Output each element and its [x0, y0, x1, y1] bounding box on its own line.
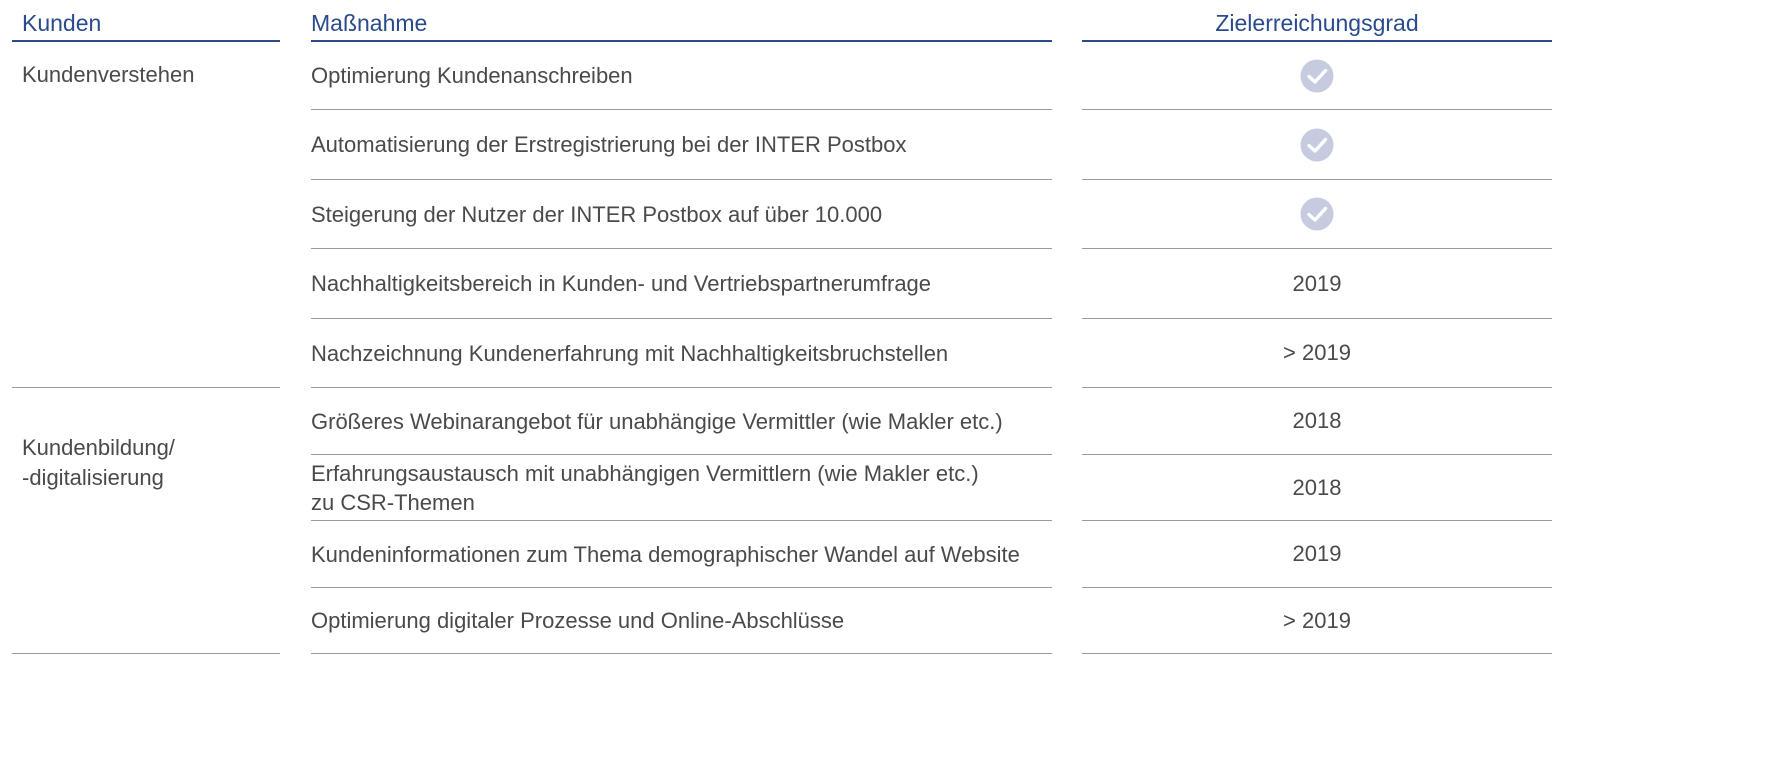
zielerreichungsgrad-cell: [1082, 180, 1552, 249]
category-label: Kundenbildung/ -digitalisierung: [22, 435, 175, 490]
zielerreichungsgrad-cell: 2018: [1082, 455, 1552, 521]
massnahme-text: Kundeninformationen zum Thema demographi…: [311, 541, 1020, 567]
header-massnahme: Maßnahme: [311, 8, 1052, 42]
zielerreichungsgrad-value: 2018: [1292, 474, 1342, 500]
zielerreichungsgrad-cell: 2019: [1082, 249, 1552, 319]
massnahme-text: Steigerung der Nutzer der INTER Postbox …: [311, 201, 883, 227]
table-row: Automatisierung der Erstregistrierung be…: [311, 110, 1552, 180]
massnahme-cell: Nachhaltigkeitsbereich in Kunden- und Ve…: [311, 249, 1052, 319]
zielerreichungsgrad-cell: > 2019: [1082, 319, 1552, 388]
zielerreichungsgrad-value: 2018: [1292, 408, 1342, 433]
massnahme-text: Nachhaltigkeitsbereich in Kunden- und Ve…: [311, 271, 932, 296]
zielerreichungsgrad-cell: 2019: [1082, 521, 1552, 588]
massnahme-cell: Automatisierung der Erstregistrierung be…: [311, 110, 1052, 180]
massnahme-text: Größeres Webinarangebot für unabhängige …: [311, 408, 1003, 434]
table-row: Erfahrungsaustausch mit unabhängigen Ver…: [311, 455, 1552, 521]
category-kundenverstehen: Kundenverstehen: [12, 60, 280, 90]
category-divider: [12, 387, 280, 388]
header-kunden: Kunden: [12, 8, 280, 42]
table-row: Steigerung der Nutzer der INTER Postbox …: [311, 180, 1552, 249]
massnahme-text: Optimierung Kundenanschreiben: [311, 63, 633, 88]
massnahme-cell: Steigerung der Nutzer der INTER Postbox …: [311, 180, 1052, 249]
table-row: Kundeninformationen zum Thema demographi…: [311, 521, 1552, 588]
header-zielerreichungsgrad-label: Zielerreichungsgrad: [1215, 10, 1419, 36]
zielerreichungsgrad-cell: > 2019: [1082, 588, 1552, 654]
zielerreichungsgrad-cell: [1082, 110, 1552, 180]
table-row: Nachhaltigkeitsbereich in Kunden- und Ve…: [311, 249, 1552, 319]
header-kunden-label: Kunden: [22, 10, 102, 36]
zielerreichungsgrad-value: > 2019: [1283, 340, 1351, 365]
category-label: Kundenverstehen: [22, 62, 195, 87]
category-divider: [12, 653, 280, 654]
check-circle-icon: [1300, 128, 1334, 161]
massnahme-cell: Nachzeichnung Kundenerfahrung mit Nachha…: [311, 319, 1052, 388]
massnahme-text: Nachzeichnung Kundenerfahrung mit Nachha…: [311, 340, 949, 366]
massnahme-cell: Erfahrungsaustausch mit unabhängigen Ver…: [311, 455, 1052, 521]
zielerreichungsgrad-value: > 2019: [1283, 607, 1351, 633]
zielerreichungsgrad-value: 2019: [1292, 541, 1342, 566]
zielerreichungsgrad-cell: 2018: [1082, 388, 1552, 455]
massnahme-cell: Größeres Webinarangebot für unabhängige …: [311, 388, 1052, 455]
zielerreichungsgrad-value: 2019: [1292, 270, 1342, 296]
massnahme-cell: Optimierung digitaler Prozesse und Onlin…: [311, 588, 1052, 654]
category-kundenbildung: Kundenbildung/ -digitalisierung: [12, 403, 280, 523]
check-circle-icon: [1300, 197, 1334, 231]
table-row: Nachzeichnung Kundenerfahrung mit Nachha…: [311, 319, 1552, 388]
zielerreichungsgrad-cell: [1082, 42, 1552, 110]
massnahme-text: Automatisierung der Erstregistrierung be…: [311, 132, 907, 157]
header-massnahme-label: Maßnahme: [311, 10, 428, 36]
massnahme-cell: Optimierung Kundenanschreiben: [311, 42, 1052, 110]
massnahme-text: Erfahrungsaustausch mit unabhängigen Ver…: [311, 460, 979, 515]
massnahme-text: Optimierung digitaler Prozesse und Onlin…: [311, 608, 845, 633]
table-row: Optimierung digitaler Prozesse und Onlin…: [311, 588, 1552, 654]
massnahme-cell: Kundeninformationen zum Thema demographi…: [311, 521, 1052, 588]
table-row: Optimierung Kundenanschreiben: [311, 42, 1552, 110]
check-circle-icon: [1300, 59, 1334, 92]
table-row: Größeres Webinarangebot für unabhängige …: [311, 388, 1552, 455]
header-zielerreichungsgrad: Zielerreichungsgrad: [1082, 8, 1552, 42]
